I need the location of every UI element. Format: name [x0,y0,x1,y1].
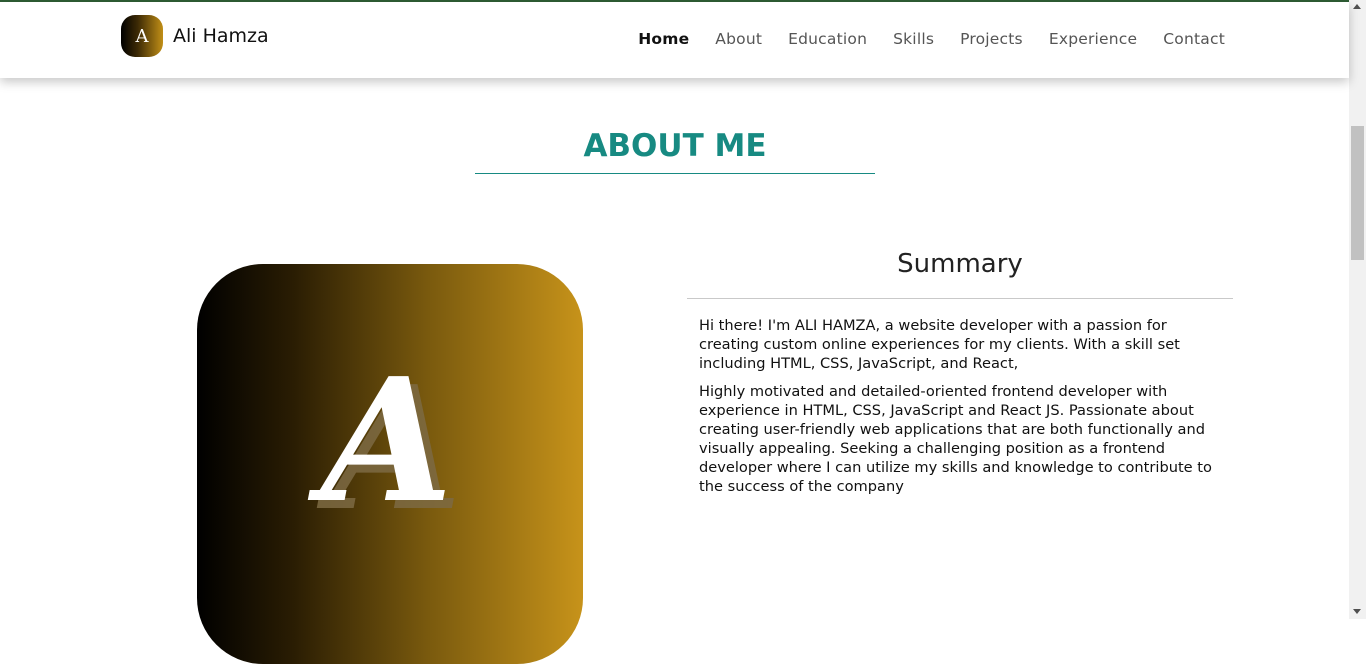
brand[interactable]: A Ali Hamza [121,15,269,57]
nav-education[interactable]: Education [788,30,867,48]
scroll-up-arrow-icon[interactable] [1353,4,1361,9]
brand-name: Ali Hamza [173,25,269,47]
nav-projects[interactable]: Projects [960,30,1023,48]
nav-contact[interactable]: Contact [1163,30,1225,48]
avatar-letter-graphic: A A [307,341,462,549]
summary-heading: Summary [897,249,1023,279]
avatar-letter: A [307,341,453,541]
summary-divider [687,298,1233,299]
nav-about[interactable]: About [715,30,762,48]
brand-logo-icon: A [121,15,163,57]
page-scrollbar[interactable] [1349,0,1366,619]
summary-text: Hi there! I'm ALI HAMZA, a website devel… [699,316,1223,505]
summary-paragraph-1: Hi there! I'm ALI HAMZA, a website devel… [699,317,1180,372]
nav-experience[interactable]: Experience [1049,30,1137,48]
scrollbar-thumb[interactable] [1351,126,1364,260]
nav-home[interactable]: Home [638,30,689,48]
scroll-down-arrow-icon[interactable] [1353,609,1361,614]
title-underline [475,173,875,174]
nav-skills[interactable]: Skills [893,30,934,48]
main-nav: Home About Education Skills Projects Exp… [612,30,1225,48]
site-header: A Ali Hamza Home About Education Skills … [0,2,1349,78]
section-title: ABOUT ME [583,128,767,164]
brand-logo-letter: A [135,25,149,47]
summary-paragraph-2: Highly motivated and detailed-oriented f… [699,383,1212,495]
profile-avatar: A A [197,264,583,664]
